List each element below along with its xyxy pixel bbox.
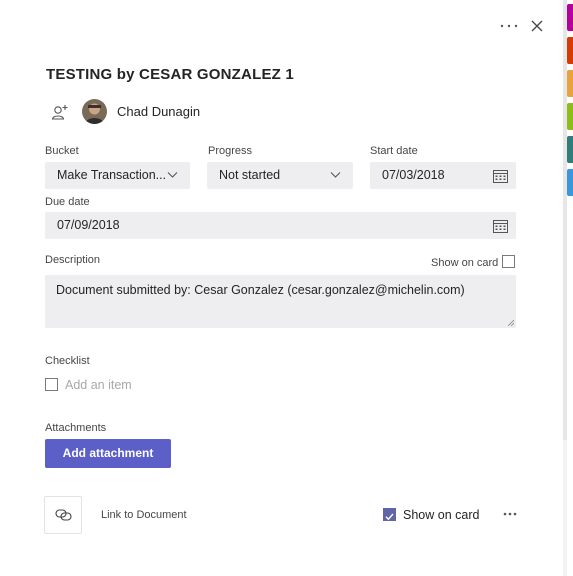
assignee-name: Chad Dunagin (117, 104, 201, 119)
checklist-label: Checklist (45, 355, 90, 367)
avatar[interactable] (82, 99, 107, 124)
bucket-label: Bucket (45, 145, 79, 157)
label-tab[interactable] (567, 136, 573, 163)
due-date-label: Due date (45, 196, 90, 208)
progress-select[interactable]: Not started (207, 162, 353, 189)
calendar-icon[interactable] (493, 169, 508, 183)
start-date-value: 07/03/2018 (382, 168, 445, 182)
due-date-value: 07/09/2018 (57, 218, 120, 232)
description-text: Document submitted by: Cesar Gonzalez (c… (56, 283, 465, 297)
progress-label: Progress (208, 145, 253, 157)
progress-value: Not started (219, 168, 281, 182)
more-options-icon[interactable] (498, 17, 520, 33)
label-strip (567, 0, 573, 576)
link-attachment-tile[interactable] (44, 496, 82, 534)
label-tab[interactable] (567, 169, 573, 196)
link-icon (55, 509, 72, 521)
label-tab[interactable] (567, 37, 573, 64)
chevron-down-icon (330, 172, 341, 178)
description-show-on-card-label: Show on card (431, 257, 499, 269)
chevron-down-icon (167, 172, 178, 178)
attachments-label: Attachments (45, 422, 107, 434)
description-show-on-card-checkbox[interactable] (502, 255, 515, 268)
checkmark-icon (385, 513, 394, 521)
label-tab[interactable] (567, 103, 573, 130)
checklist-new-item-checkbox[interactable] (45, 378, 58, 391)
start-date-field[interactable]: 07/03/2018 (370, 162, 516, 189)
task-title[interactable]: TESTING by CESAR GONZALEZ 1 (46, 66, 294, 83)
resize-handle-icon[interactable] (508, 320, 514, 326)
label-tab[interactable] (567, 70, 573, 97)
add-attachment-button[interactable]: Add attachment (45, 439, 171, 468)
label-tab[interactable] (567, 4, 573, 31)
attachment-show-on-card-label: Show on card (403, 508, 480, 522)
attachment-more-options-icon[interactable] (502, 508, 518, 520)
bucket-select[interactable]: Make Transaction... (45, 162, 190, 189)
description-textarea[interactable]: Document submitted by: Cesar Gonzalez (c… (45, 275, 516, 328)
bucket-value: Make Transaction... (57, 168, 167, 182)
attachment-link[interactable]: Link to Document (101, 509, 187, 521)
close-icon[interactable] (528, 17, 546, 35)
add-checklist-item-input[interactable]: Add an item (65, 378, 132, 392)
attachment-show-on-card-checkbox[interactable] (383, 508, 396, 521)
assign-user-icon[interactable] (50, 102, 70, 122)
calendar-icon[interactable] (493, 219, 508, 233)
description-label: Description (45, 254, 101, 266)
due-date-field[interactable]: 07/09/2018 (45, 212, 516, 239)
start-date-label: Start date (370, 145, 418, 157)
